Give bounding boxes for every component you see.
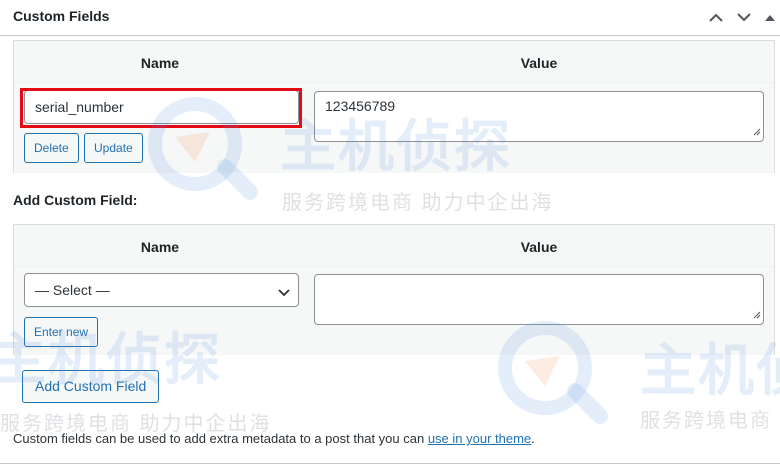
chevron-down-icon bbox=[278, 284, 290, 300]
help-text-suffix: . bbox=[531, 431, 535, 446]
meta-value-textarea[interactable]: 123456789 bbox=[314, 91, 764, 142]
new-meta-value-textarea[interactable] bbox=[314, 274, 764, 325]
watermark-tagline: 服务跨境电商 助力中企出海 bbox=[640, 410, 780, 432]
triangle-up-icon bbox=[765, 14, 775, 21]
column-header-name: Name bbox=[140, 55, 180, 71]
table-header: Name Value bbox=[14, 41, 774, 83]
add-custom-field-button[interactable]: Add Custom Field bbox=[22, 370, 160, 403]
table-header: Name Value bbox=[14, 225, 774, 267]
move-down-button[interactable] bbox=[733, 6, 755, 28]
chevron-up-icon bbox=[709, 13, 723, 22]
help-text: Custom fields can be used to add extra m… bbox=[13, 431, 535, 446]
enter-new-button[interactable]: Enter new bbox=[24, 317, 99, 347]
update-button[interactable]: Update bbox=[84, 133, 143, 163]
panel-title: Custom Fields bbox=[13, 8, 110, 24]
custom-fields-panel-header: Custom Fields bbox=[0, 0, 780, 36]
table-row: serial_number 123456789 Delete Update bbox=[14, 83, 774, 173]
existing-fields-table: Name Value serial_number 123456789 Delet… bbox=[13, 40, 775, 173]
delete-button[interactable]: Delete bbox=[24, 133, 79, 163]
panel-bottom-border bbox=[0, 463, 780, 464]
meta-key-text: serial_number bbox=[35, 99, 124, 115]
help-text-prefix: Custom fields can be used to add extra m… bbox=[13, 431, 428, 446]
select-value: — Select — bbox=[35, 282, 110, 298]
theme-usage-link[interactable]: use in your theme bbox=[428, 431, 531, 446]
move-up-button[interactable] bbox=[705, 6, 727, 28]
meta-key-input[interactable]: serial_number bbox=[24, 90, 299, 124]
collapse-panel-button[interactable] bbox=[761, 6, 779, 28]
resize-grip-icon[interactable] bbox=[753, 306, 761, 322]
meta-key-select[interactable]: — Select — bbox=[24, 273, 299, 307]
new-field-table: Name Value — Select — Enter new bbox=[13, 224, 775, 355]
column-header-value: Value bbox=[520, 239, 558, 255]
meta-value-text: 123456789 bbox=[325, 98, 396, 114]
table-row: — Select — Enter new bbox=[14, 267, 774, 355]
resize-grip-icon[interactable] bbox=[753, 123, 761, 139]
chevron-down-icon bbox=[737, 12, 751, 22]
column-header-value: Value bbox=[520, 55, 558, 71]
watermark-tagline: 服务跨境电商 助力中企出海 bbox=[282, 192, 554, 214]
add-custom-field-heading: Add Custom Field: bbox=[13, 192, 138, 208]
column-header-name: Name bbox=[140, 239, 180, 255]
